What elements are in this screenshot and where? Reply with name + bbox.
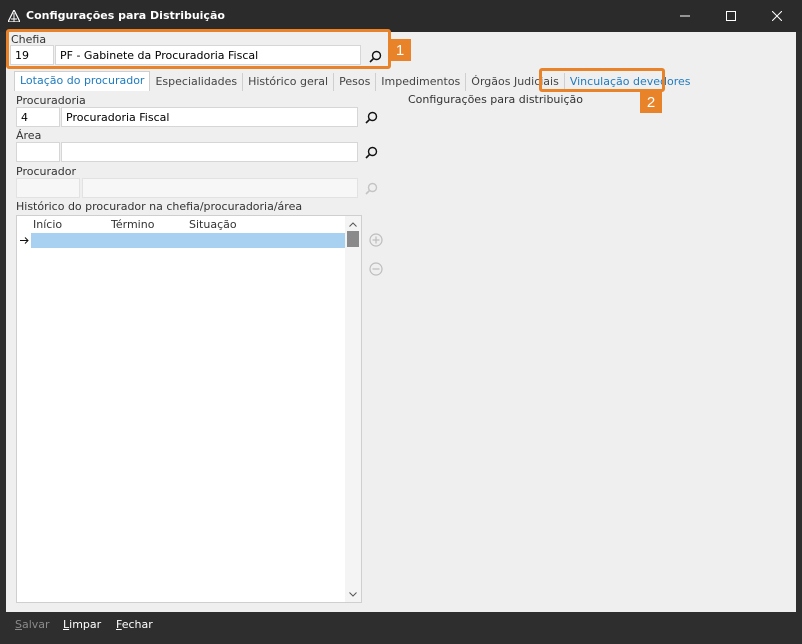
column-header-situacao[interactable]: Situação [189, 218, 237, 231]
scroll-down-icon[interactable] [348, 588, 358, 600]
grid-scrollbar[interactable] [345, 216, 361, 602]
column-header-termino[interactable]: Término [111, 218, 154, 231]
procurador-label: Procurador [16, 165, 76, 178]
salvar-mnemonic: S [15, 618, 22, 631]
highlight-badge-2: 2 [640, 91, 662, 113]
tab-especialidades[interactable]: Especialidades [150, 73, 244, 91]
fechar-label: echar [121, 618, 153, 631]
row-indicator-arrow-icon [20, 233, 30, 248]
procuradoria-lookup-button[interactable] [362, 108, 380, 126]
search-icon [364, 111, 377, 124]
scroll-thumb[interactable] [347, 231, 359, 247]
window: Configurações para Distribuição Chefia 1… [0, 0, 802, 644]
search-icon [364, 146, 377, 159]
tab-historico-geral[interactable]: Histórico geral [243, 73, 335, 91]
maximize-icon [726, 11, 736, 21]
procuradoria-code-field[interactable]: 4 [16, 107, 60, 127]
area-name-field[interactable] [61, 142, 358, 162]
historico-grid[interactable]: Início Término Situação [16, 215, 362, 603]
procurador-name-field [82, 178, 358, 198]
footer-bar: Salvar Limpar Fechar [6, 612, 796, 638]
column-header-inicio[interactable]: Início [33, 218, 62, 231]
scroll-up-icon[interactable] [348, 218, 358, 230]
procurador-code-field [16, 178, 80, 198]
remove-circle-icon[interactable] [369, 262, 383, 276]
salvar-label: alvar [21, 618, 50, 631]
close-icon [772, 11, 782, 21]
grid-header: Início Término Situação [17, 216, 345, 232]
highlight-box-1 [6, 29, 391, 69]
window-title: Configurações para Distribuição [26, 9, 225, 22]
area-code-field[interactable] [16, 142, 60, 162]
highlight-box-2 [539, 68, 665, 92]
minimize-button[interactable] [662, 0, 708, 32]
table-row[interactable] [31, 233, 345, 248]
area-label: Área [16, 129, 42, 142]
limpar-label: impar [69, 618, 102, 631]
client-area: Chefia 19 PF - Gabinete da Procuradoria … [6, 29, 796, 612]
area-lookup-button[interactable] [362, 143, 380, 161]
procuradoria-label: Procuradoria [16, 94, 86, 107]
procuradoria-name-field[interactable]: Procuradoria Fiscal [61, 107, 358, 127]
config-distribuicao-label: Configurações para distribuição [408, 93, 583, 106]
tab-lotacao-procurador[interactable]: Lotação do procurador [14, 71, 151, 91]
highlight-badge-1: 1 [389, 39, 411, 61]
procurador-lookup-button [362, 179, 380, 197]
maximize-button[interactable] [708, 0, 754, 32]
minimize-icon [680, 15, 690, 17]
tab-pesos[interactable]: Pesos [334, 73, 377, 91]
search-icon [364, 182, 377, 195]
close-button[interactable] [754, 0, 800, 32]
salvar-button[interactable]: Salvar [15, 618, 50, 631]
app-logo-icon [8, 10, 20, 22]
fechar-button[interactable]: Fechar [116, 618, 153, 631]
add-circle-icon[interactable] [369, 233, 383, 247]
tab-impedimentos[interactable]: Impedimentos [376, 73, 467, 91]
historico-label: Histórico do procurador na chefia/procur… [16, 200, 303, 213]
title-bar: Configurações para Distribuição [0, 0, 802, 32]
limpar-button[interactable]: Limpar [63, 618, 101, 631]
